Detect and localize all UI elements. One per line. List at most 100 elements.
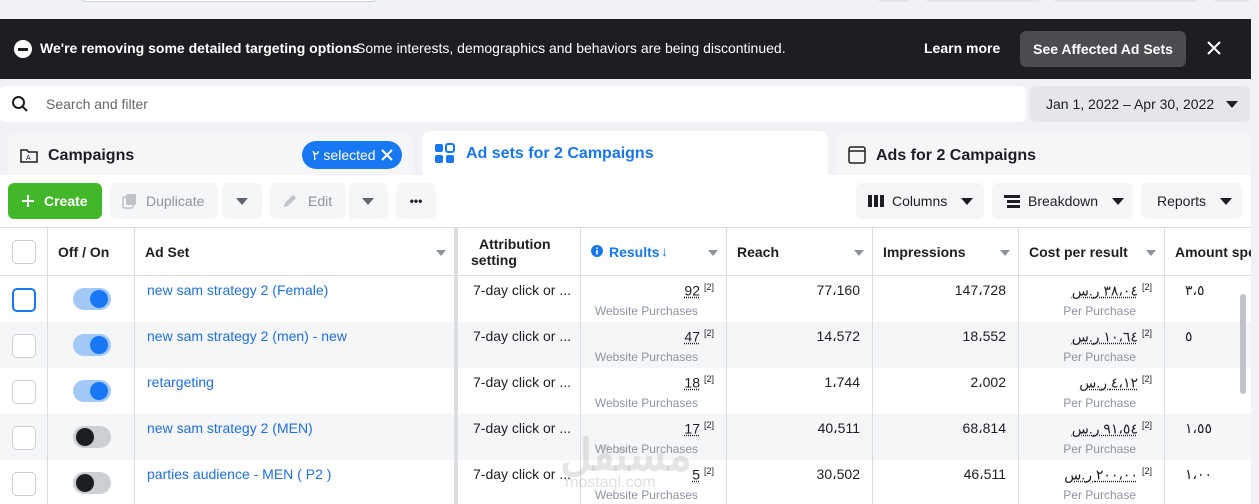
column-resize-divider[interactable]: [454, 227, 458, 504]
ad-set-name-link[interactable]: parties audience - MEN ( P2 ): [147, 466, 331, 482]
duplicate-icon: [122, 194, 136, 209]
selected-count: ٢ selected: [312, 147, 376, 163]
create-button[interactable]: Create: [8, 183, 102, 219]
results-value[interactable]: 47 [2]: [684, 328, 714, 345]
tab-ad-sets-label: Ad sets for 2 Campaigns: [466, 145, 654, 162]
results-value[interactable]: 92 [2]: [684, 282, 714, 299]
toggle-knob: [76, 474, 94, 492]
duplicate-button[interactable]: Duplicate: [110, 183, 218, 219]
top-input-stub[interactable]: [80, 0, 378, 2]
amount-value: ٣،٥: [1185, 282, 1205, 298]
columns-icon: [868, 195, 884, 207]
vertical-scrollbar[interactable]: [1240, 294, 1246, 394]
delivery-toggle[interactable]: [73, 288, 111, 310]
delivery-toggle[interactable]: [73, 380, 111, 402]
cost-value[interactable]: ٢٠٠،٠٠ ر.س [2]: [1064, 466, 1152, 484]
row-attribution-cell: 7-day click or ...: [458, 368, 581, 414]
row-checkbox[interactable]: [12, 334, 36, 358]
cost-type: Per Purchase: [1063, 304, 1136, 318]
column-ad-set: Ad Set: [145, 244, 190, 260]
header-off-on[interactable]: Off / On: [48, 228, 135, 276]
row-reach-cell: 30،502: [727, 460, 873, 504]
header-impressions[interactable]: Impressions: [873, 228, 1019, 276]
column-amount-spent: Amount spe: [1175, 244, 1251, 260]
header-results[interactable]: Results ↓: [581, 228, 727, 276]
cost-value[interactable]: ١٠،٦٤ ر.س [2]: [1072, 328, 1152, 346]
selected-filter-pill[interactable]: ٢ selected: [302, 141, 402, 169]
row-reach-cell: 40،511: [727, 414, 873, 460]
row-impressions-cell: 18،552: [873, 322, 1019, 368]
watermark-sub: mostaql.com: [565, 474, 656, 491]
cost-value[interactable]: ٤،١٢ ر.س [2]: [1079, 374, 1152, 392]
delivery-toggle[interactable]: [73, 334, 111, 356]
header-cost-per-result[interactable]: Cost per result: [1019, 228, 1165, 276]
amount-value: ١،٥٥: [1185, 420, 1213, 436]
search-input[interactable]: Search and filter: [46, 96, 148, 112]
cost-value[interactable]: ٩١،٥٤ ر.س [2]: [1072, 420, 1152, 438]
row-name-cell: new sam strategy 2 (Female): [135, 276, 455, 322]
row-name-cell: parties audience - MEN ( P2 ): [135, 460, 455, 504]
date-range-label: Jan 1, 2022 – Apr 30, 2022: [1046, 96, 1215, 112]
top-button-stub[interactable]: [1052, 0, 1200, 2]
amount-value: ١،٠٠: [1185, 466, 1213, 482]
row-toggle-cell: [48, 368, 135, 414]
ad-set-name-link[interactable]: new sam strategy 2 (Female): [147, 282, 328, 298]
more-options-button[interactable]: •••: [396, 183, 436, 219]
close-icon[interactable]: [1206, 40, 1222, 56]
top-button-stub[interactable]: [1212, 0, 1252, 2]
breakdown-button[interactable]: Breakdown: [992, 183, 1133, 219]
ad-set-name-link[interactable]: new sam strategy 2 (MEN): [147, 420, 313, 436]
impressions-value: 147،728: [954, 282, 1006, 298]
search-bar[interactable]: Search and filter: [0, 86, 1026, 122]
results-type: Website Purchases: [594, 350, 698, 364]
delivery-toggle[interactable]: [73, 472, 111, 494]
ad-set-name-link[interactable]: retargeting: [147, 374, 214, 390]
folder-icon: A: [20, 149, 38, 163]
sort-arrow-icon: ↓: [661, 243, 668, 259]
columns-button[interactable]: Columns: [856, 183, 984, 219]
row-impressions-cell: 68،814: [873, 414, 1019, 460]
duplicate-dropdown[interactable]: [222, 183, 262, 219]
edit-dropdown[interactable]: [348, 183, 388, 219]
edit-button[interactable]: Edit: [270, 183, 346, 219]
top-button-stub[interactable]: [876, 0, 912, 2]
table-row[interactable]: new sam strategy 2 (men) - new 7-day cli…: [0, 322, 1251, 368]
ad-set-name-link[interactable]: new sam strategy 2 (men) - new: [147, 328, 347, 344]
see-affected-ad-sets-button[interactable]: See Affected Ad Sets: [1020, 31, 1186, 67]
cost-type: Per Purchase: [1063, 396, 1136, 410]
date-range-picker[interactable]: Jan 1, 2022 – Apr 30, 2022: [1030, 86, 1250, 122]
table-row[interactable]: new sam strategy 2 (Female) 7-day click …: [0, 276, 1251, 322]
row-checkbox[interactable]: [12, 426, 36, 450]
top-button-stub[interactable]: [924, 0, 1042, 2]
row-results-cell: 47 [2] Website Purchases: [581, 322, 727, 368]
results-value[interactable]: 5 [2]: [692, 466, 714, 483]
cost-value[interactable]: ٣٨،٠٤ ر.س [2]: [1072, 282, 1152, 300]
row-impressions-cell: 2،002: [873, 368, 1019, 414]
select-all-checkbox[interactable]: [12, 240, 36, 264]
header-reach[interactable]: Reach: [727, 228, 873, 276]
row-amount-cell: ١،٠٠: [1165, 460, 1251, 504]
header-amount-spent[interactable]: Amount spe: [1165, 228, 1251, 276]
header-attribution[interactable]: Attribution setting: [458, 228, 581, 276]
row-amount-cell: ٣،٥: [1165, 276, 1251, 322]
attribution-value: 7-day click or ...: [473, 466, 572, 482]
columns-label: Columns: [892, 193, 948, 209]
tab-ad-sets[interactable]: Ad sets for 2 Campaigns: [422, 131, 828, 177]
learn-more-link[interactable]: Learn more: [924, 40, 1000, 56]
tab-ads[interactable]: Ads for 2 Campaigns: [836, 133, 1251, 175]
tab-campaigns-label: Campaigns: [48, 147, 135, 164]
table-row[interactable]: retargeting 7-day click or ... 18 [2] Web…: [0, 368, 1251, 414]
header-ad-set[interactable]: Ad Set: [135, 228, 455, 276]
delivery-toggle[interactable]: [73, 426, 111, 448]
results-value[interactable]: 18 [2]: [684, 374, 714, 391]
row-checkbox[interactable]: [12, 472, 36, 496]
row-checkbox[interactable]: [12, 288, 36, 312]
attribution-value: 7-day click or ...: [473, 282, 572, 298]
chevron-down-icon: [1146, 250, 1156, 256]
chevron-down-icon: [1226, 101, 1238, 108]
reports-button[interactable]: Reports: [1141, 183, 1242, 219]
row-results-cell: 18 [2] Website Purchases: [581, 368, 727, 414]
impressions-value: 46،511: [963, 466, 1006, 482]
close-icon[interactable]: [381, 149, 393, 161]
row-checkbox[interactable]: [12, 380, 36, 404]
